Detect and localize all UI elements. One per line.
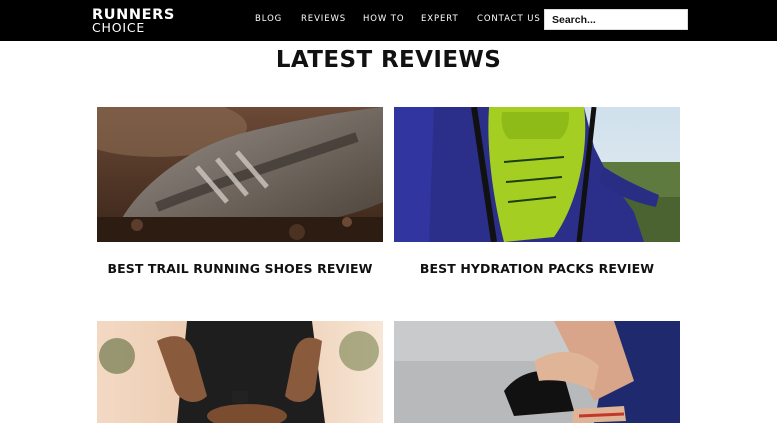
- card-image-runner-back-pain[interactable]: [97, 321, 383, 423]
- page-title: LATEST REVIEWS: [275, 47, 502, 73]
- search-input[interactable]: [545, 10, 687, 30]
- nav-link-blog[interactable]: BLOG: [255, 14, 282, 24]
- nav-link-contact-us[interactable]: CONTACT US: [477, 14, 541, 24]
- nav-link-expert[interactable]: EXPERT: [421, 14, 459, 24]
- card-image-hydration-packs[interactable]: [394, 107, 680, 242]
- card-image-trail-shoes[interactable]: [97, 107, 383, 242]
- search-box: [544, 9, 688, 30]
- card-title[interactable]: BEST TRAIL RUNNING SHOES REVIEW: [97, 261, 383, 276]
- card-title[interactable]: BEST HYDRATION PACKS REVIEW: [394, 261, 680, 276]
- nav-link-reviews[interactable]: REVIEWS: [301, 14, 346, 24]
- site-header: RUNNERS CHOICE BLOG REVIEWS HOW TO EXPER…: [0, 0, 777, 41]
- nav-link-how-to[interactable]: HOW TO: [363, 14, 404, 24]
- card-image-runner-ankle[interactable]: [394, 321, 680, 423]
